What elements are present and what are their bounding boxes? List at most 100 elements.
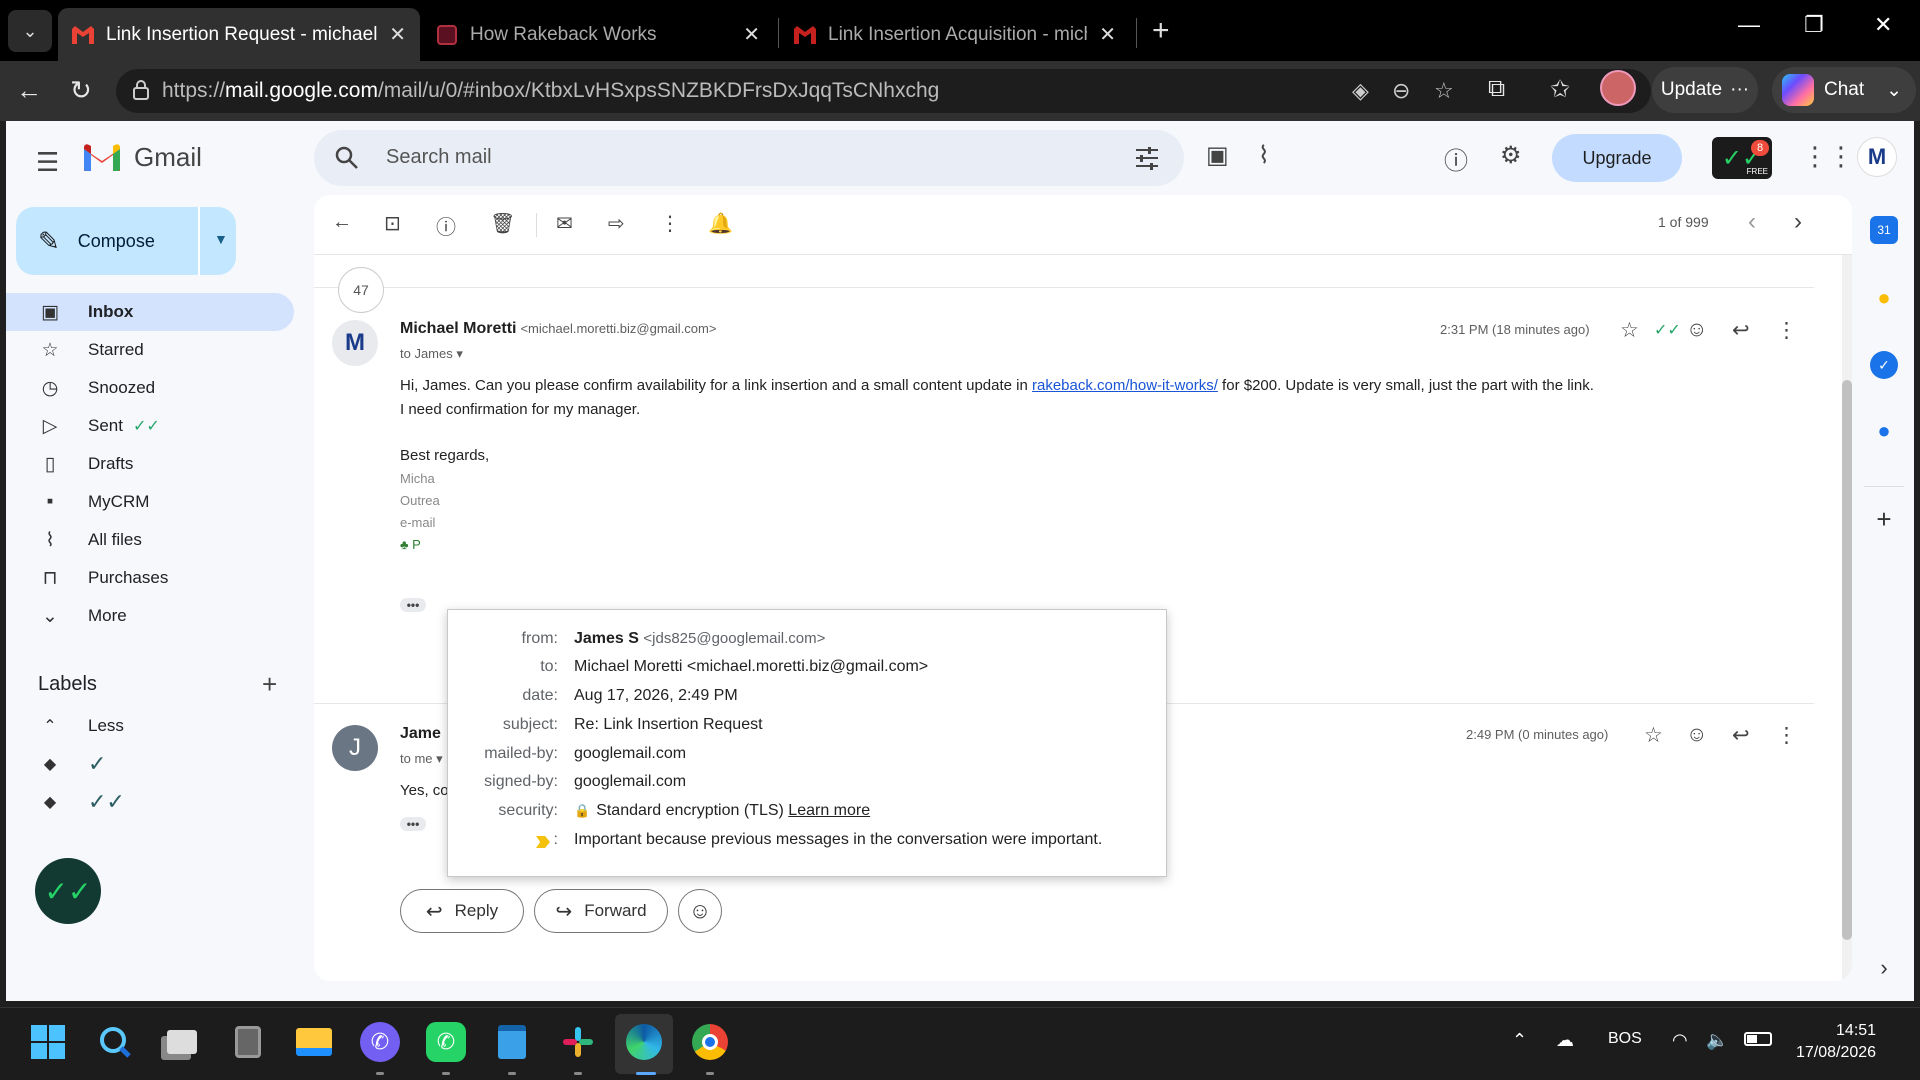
system-clock[interactable]: 14:51 17/08/2026: [1796, 1020, 1876, 1064]
search-icon[interactable]: [95, 1022, 135, 1062]
chrome-icon[interactable]: [690, 1022, 730, 1062]
sidebar-item-more[interactable]: ⌄ More: [6, 597, 294, 635]
bell-icon[interactable]: 🔔: [708, 211, 733, 236]
close-window-icon[interactable]: ✕: [1874, 12, 1892, 38]
forward-button[interactable]: ↪ Forward: [534, 889, 668, 933]
search-input[interactable]: Search mail: [386, 146, 492, 169]
report-spam-icon[interactable]: ⓘ: [436, 211, 456, 240]
move-to-icon[interactable]: ⇨: [608, 211, 625, 236]
recipient-toggle[interactable]: to James ▾: [400, 346, 463, 362]
main-menu-icon[interactable]: ☰: [36, 147, 59, 178]
archive-icon[interactable]: ⊡: [384, 211, 401, 236]
reply-icon[interactable]: ↩: [1732, 723, 1750, 748]
new-tab-icon[interactable]: +: [1152, 14, 1170, 48]
close-tab-icon[interactable]: ✕: [1099, 22, 1116, 47]
contacts-icon[interactable]: ●: [1870, 417, 1898, 445]
whatsapp-crm-launcher[interactable]: ✓✓: [35, 858, 101, 924]
more-vertical-icon[interactable]: ⋮: [1776, 318, 1797, 343]
emoji-reaction-icon[interactable]: ☺: [1686, 723, 1707, 747]
rakeback-link[interactable]: rakeback.com/how-it-works/: [1032, 377, 1218, 394]
reload-icon[interactable]: ↻: [70, 75, 92, 106]
bookmark-star-icon[interactable]: ☆: [1434, 78, 1454, 104]
more-vertical-icon[interactable]: ⋮: [660, 211, 680, 236]
star-icon[interactable]: ☆: [1644, 723, 1663, 748]
back-arrow-icon[interactable]: ←: [16, 75, 42, 106]
scrollbar-thumb[interactable]: [1842, 380, 1852, 940]
contact-card-icon[interactable]: ▣: [1206, 141, 1229, 170]
close-tab-icon[interactable]: ✕: [389, 22, 406, 47]
gmail-logo[interactable]: Gmail: [82, 141, 202, 173]
reply-button[interactable]: ↩ Reply: [400, 889, 524, 933]
copilot-chat-button[interactable]: Chat ⌄: [1772, 67, 1916, 113]
file-explorer-icon[interactable]: [294, 1022, 334, 1062]
sender-name[interactable]: Jame: [400, 725, 441, 742]
favorites-icon[interactable]: ✩: [1550, 75, 1570, 104]
sidebar-item-all-files[interactable]: ⌇ All files: [6, 521, 294, 559]
whatsapp-icon[interactable]: ✆: [426, 1022, 466, 1062]
add-label-icon[interactable]: +: [262, 669, 277, 700]
emoji-react-button[interactable]: ☺: [678, 889, 722, 933]
newer-chevron-icon[interactable]: ‹: [1748, 208, 1756, 236]
label-double-check[interactable]: ◆ ✓✓: [6, 783, 125, 821]
onedrive-cloud-icon[interactable]: ☁: [1556, 1030, 1574, 1051]
account-avatar[interactable]: M: [1857, 137, 1897, 177]
labels-less-toggle[interactable]: ⌃ Less: [6, 707, 125, 745]
recipient-toggle[interactable]: to me ▾: [400, 751, 443, 767]
update-button[interactable]: Update ···: [1652, 67, 1758, 113]
sidebar-item-starred[interactable]: ☆ Starred: [6, 331, 294, 369]
sidebar-item-sent[interactable]: ▷ Sent ✓✓: [6, 407, 294, 445]
whatsapp-extension-button[interactable]: ✓✓ 8 FREE: [1712, 137, 1772, 179]
label-single-check[interactable]: ◆ ✓: [6, 745, 125, 783]
site-info-lock-icon[interactable]: [132, 80, 150, 100]
tab-actions-menu[interactable]: ⌄: [8, 10, 52, 52]
calculator-icon[interactable]: [228, 1022, 268, 1062]
notepad-icon[interactable]: [492, 1022, 532, 1062]
search-options-icon[interactable]: [1134, 145, 1160, 171]
sender-name[interactable]: Michael Moretti: [400, 320, 516, 337]
more-vertical-icon[interactable]: ⋮: [1776, 723, 1797, 748]
delete-icon[interactable]: 🗑: [490, 211, 515, 236]
sidebar-item-snoozed[interactable]: ◷ Snoozed: [6, 369, 294, 407]
older-chevron-icon[interactable]: ›: [1794, 208, 1802, 236]
compose-button[interactable]: ✎ Compose ▼: [16, 207, 236, 275]
keep-bulb-icon[interactable]: ●: [1870, 284, 1898, 312]
search-bar[interactable]: Search mail: [314, 130, 1184, 186]
back-arrow-icon[interactable]: ←: [332, 211, 352, 234]
expand-panel-chevron-icon[interactable]: ›: [1870, 954, 1898, 982]
windows-start-icon[interactable]: [28, 1022, 68, 1062]
sidebar-item-drafts[interactable]: ▯ Drafts: [6, 445, 294, 483]
restore-icon[interactable]: ❐: [1804, 12, 1824, 38]
sender-avatar[interactable]: J: [332, 725, 378, 771]
show-hidden-icons-chevron-icon[interactable]: ⌃: [1512, 1030, 1527, 1051]
tasks-icon[interactable]: ✓: [1870, 351, 1898, 379]
show-trimmed-content[interactable]: •••: [400, 817, 426, 831]
volume-icon[interactable]: 🔈: [1706, 1030, 1728, 1051]
address-bar[interactable]: https://mail.google.com/mail/u/0/#inbox/…: [116, 69, 1651, 113]
mark-unread-icon[interactable]: ✉: [556, 211, 573, 236]
learn-more-link[interactable]: Learn more: [788, 802, 870, 819]
profile-avatar[interactable]: [1600, 70, 1636, 106]
compose-dropdown-icon[interactable]: ▼: [214, 231, 228, 247]
collapsed-messages-badge[interactable]: 47: [338, 267, 384, 313]
minimize-icon[interactable]: —: [1738, 12, 1760, 38]
show-trimmed-content[interactable]: •••: [400, 598, 426, 612]
zoom-icon[interactable]: ⊖: [1392, 78, 1410, 104]
calendar-icon[interactable]: 31: [1870, 216, 1898, 244]
gear-icon[interactable]: ⚙: [1500, 141, 1522, 170]
help-icon[interactable]: ⓘ: [1444, 141, 1468, 176]
close-tab-icon[interactable]: ✕: [743, 22, 760, 47]
star-icon[interactable]: ☆: [1620, 318, 1639, 343]
slack-icon[interactable]: [558, 1022, 598, 1062]
sidebar-item-inbox[interactable]: ▣ Inbox: [6, 293, 294, 331]
tab-link-insertion-request[interactable]: Link Insertion Request - michael.m ✕: [58, 8, 420, 61]
add-addon-icon[interactable]: +: [1870, 504, 1898, 534]
extension-diamond-icon[interactable]: ◈: [1352, 78, 1369, 104]
paperclip-icon[interactable]: ⌇: [1258, 141, 1270, 170]
sender-avatar[interactable]: M: [332, 320, 378, 366]
input-language[interactable]: BOS: [1608, 1030, 1642, 1048]
edge-browser-icon[interactable]: [624, 1022, 664, 1062]
wifi-icon[interactable]: ◠: [1672, 1030, 1688, 1051]
tab-link-insertion-acquisition[interactable]: Link Insertion Acquisition - michae ✕: [780, 8, 1130, 61]
battery-icon[interactable]: [1744, 1030, 1772, 1051]
viber-icon[interactable]: ✆: [360, 1022, 400, 1062]
